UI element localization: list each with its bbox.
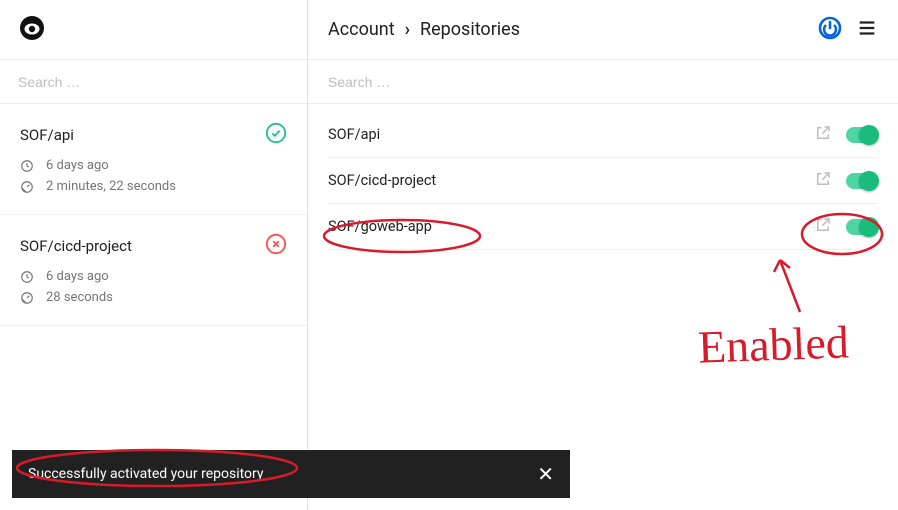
clock-icon xyxy=(20,270,36,284)
build-age: 6 days ago xyxy=(46,158,109,173)
repo-name[interactable]: SOF/cicd-project xyxy=(328,172,814,189)
build-card[interactable]: SOF/api 6 days ago 2 minutes, 22 seconds xyxy=(0,104,307,215)
clock-icon xyxy=(20,159,36,173)
build-duration: 28 seconds xyxy=(46,290,113,305)
topbar: Account › Repositories xyxy=(308,0,898,60)
repo-row: SOF/goweb-app xyxy=(328,204,878,250)
close-icon[interactable]: ✕ xyxy=(537,462,554,486)
timer-icon xyxy=(20,180,36,194)
repo-search-input[interactable] xyxy=(328,74,878,90)
repo-row: SOF/api xyxy=(328,112,878,158)
build-age: 6 days ago xyxy=(46,269,109,284)
logo-row xyxy=(0,0,307,60)
repo-enable-toggle[interactable] xyxy=(846,127,878,143)
main: Account › Repositories SOF/api xyxy=(308,0,898,510)
external-link-icon[interactable] xyxy=(814,124,832,146)
repo-name[interactable]: SOF/goweb-app xyxy=(328,218,814,235)
breadcrumb-page: Repositories xyxy=(420,19,520,40)
toast-notification: Successfully activated your repository ✕ xyxy=(12,450,570,498)
breadcrumb: Account › Repositories xyxy=(328,19,818,40)
repo-list: SOF/api SOF/cicd-project SOF/goweb-app xyxy=(308,104,898,250)
sidebar: SOF/api 6 days ago 2 minutes, 22 seconds… xyxy=(0,0,308,510)
breadcrumb-account[interactable]: Account xyxy=(328,19,395,40)
status-failure-icon xyxy=(265,233,287,259)
external-link-icon[interactable] xyxy=(814,170,832,192)
timer-icon xyxy=(20,291,36,305)
repo-enable-toggle[interactable] xyxy=(846,219,878,235)
chevron-right-icon: › xyxy=(405,19,410,40)
build-title: SOF/api xyxy=(20,126,74,144)
hamburger-menu-icon[interactable] xyxy=(856,17,878,43)
drone-logo-icon xyxy=(18,14,46,46)
build-title: SOF/cicd-project xyxy=(20,237,132,255)
repo-row: SOF/cicd-project xyxy=(328,158,878,204)
build-duration: 2 minutes, 22 seconds xyxy=(46,179,176,194)
external-link-icon[interactable] xyxy=(814,216,832,238)
repo-name[interactable]: SOF/api xyxy=(328,126,814,143)
repo-enable-toggle[interactable] xyxy=(846,173,878,189)
sidebar-search-input[interactable] xyxy=(18,74,289,90)
toast-message: Successfully activated your repository xyxy=(28,466,264,482)
build-card[interactable]: SOF/cicd-project 6 days ago 28 seconds xyxy=(0,215,307,326)
power-icon[interactable] xyxy=(818,16,842,44)
status-success-icon xyxy=(265,122,287,148)
